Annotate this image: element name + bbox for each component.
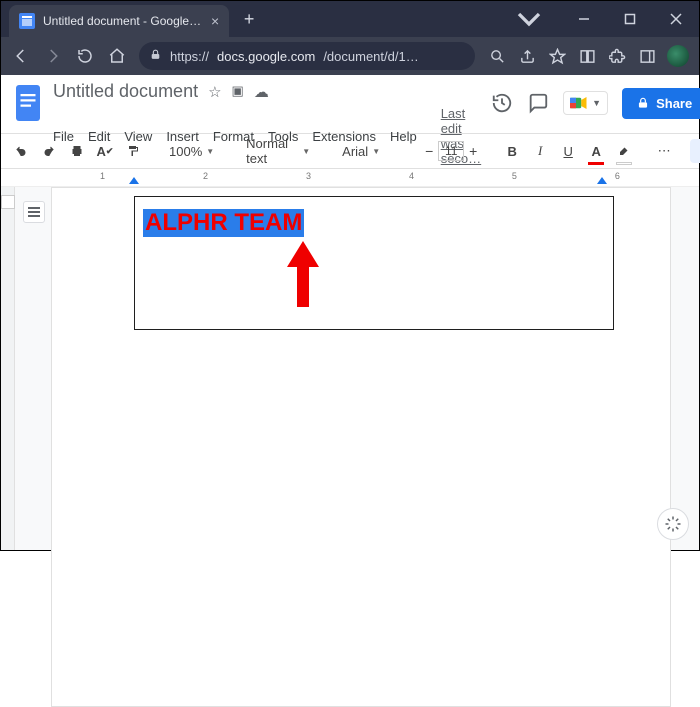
bookmark-icon[interactable] [547,46,567,66]
reload-button[interactable] [75,46,95,66]
outline-icon [28,211,40,213]
show-outline-button[interactable] [23,201,45,223]
back-button[interactable] [11,46,31,66]
menu-extensions[interactable]: Extensions [312,129,376,144]
tab-title: Untitled document - Google Docs [43,14,203,28]
url-path: /document/d/1… [323,49,418,64]
home-button[interactable] [107,46,127,66]
print-button[interactable] [67,139,87,163]
lock-icon [636,96,650,110]
zoom-select[interactable]: 100%▼ [163,144,220,159]
minimize-button[interactable] [561,1,607,37]
document-title[interactable]: Untitled document [53,81,198,102]
cloud-status-icon[interactable]: ☁ [254,83,269,101]
meet-button[interactable]: ▼ [563,91,608,115]
menu-insert[interactable]: Insert [166,129,199,144]
close-window-button[interactable] [653,1,699,37]
docs-logo-icon[interactable] [13,81,43,125]
paint-format-button[interactable] [123,139,143,163]
lock-icon [149,48,162,64]
docs-header: Untitled document ☆ ▣ ☁ File Edit View I… [1,75,699,133]
forward-button[interactable] [43,46,63,66]
text-box[interactable]: ALPHR TEAM [134,196,614,330]
more-format-button[interactable]: ⋯ [654,139,674,163]
share-label: Share [656,96,692,111]
browser-toolbar: https:// docs.google.com/document/d/1… [1,37,699,75]
new-tab-button[interactable]: + [235,5,263,33]
vertical-ruler [1,187,15,550]
left-indent-marker[interactable] [129,177,139,184]
editor-canvas: ALPHR TEAM [1,187,699,550]
header-right: ▼ Share [491,81,700,125]
tab-stop-icon [1,195,15,209]
caret-down-icon: ▼ [592,98,601,108]
url-host: docs.google.com [217,49,315,64]
explore-button[interactable] [657,508,689,540]
highlight-button[interactable] [614,139,634,163]
meet-icon [570,96,588,110]
style-select[interactable]: Normal text▼ [240,136,316,166]
bold-button[interactable]: B [502,139,522,163]
share-url-icon[interactable] [517,46,537,66]
reading-list-icon[interactable] [577,46,597,66]
browser-titlebar: Untitled document - Google Docs × + [1,1,699,37]
extensions-icon[interactable] [607,46,627,66]
spellcheck-button[interactable]: A✔ [95,139,115,163]
undo-button[interactable] [11,139,31,163]
url-scheme: https:// [170,49,209,64]
history-icon[interactable] [491,92,513,114]
window-controls [561,1,699,37]
right-indent-marker[interactable] [597,177,607,184]
text-color-button[interactable]: A [586,139,606,163]
document-page[interactable]: ALPHR TEAM [51,187,671,707]
editing-mode-button[interactable]: ▼ [690,139,700,163]
docs-favicon-icon [19,13,35,29]
maximize-button[interactable] [607,1,653,37]
font-size-control: − 11 + [420,141,482,161]
star-icon[interactable]: ☆ [208,83,221,101]
side-panel-icon[interactable] [637,46,657,66]
browser-tab[interactable]: Untitled document - Google Docs × [9,5,229,37]
italic-button[interactable]: I [530,139,550,163]
font-size-input[interactable]: 11 [438,141,464,161]
move-icon[interactable]: ▣ [232,83,244,101]
selected-text[interactable]: ALPHR TEAM [143,209,304,237]
profile-ext-icon[interactable] [667,45,689,67]
annotation-arrow-icon [283,241,323,316]
tab-close-icon[interactable]: × [211,13,219,29]
zoom-icon[interactable] [487,46,507,66]
tabs-chevron-icon[interactable] [509,1,549,37]
menu-help[interactable]: Help [390,129,417,144]
address-bar[interactable]: https:// docs.google.com/document/d/1… [139,42,475,70]
font-size-decrease[interactable]: − [420,141,438,161]
font-size-increase[interactable]: + [464,141,482,161]
underline-button[interactable]: U [558,139,578,163]
comments-icon[interactable] [527,92,549,114]
redo-button[interactable] [39,139,59,163]
horizontal-ruler[interactable]: 1 2 3 4 5 6 [1,169,699,187]
share-button[interactable]: Share [622,88,700,119]
toolbar-actions [487,45,689,67]
font-select[interactable]: Arial▼ [336,144,400,159]
